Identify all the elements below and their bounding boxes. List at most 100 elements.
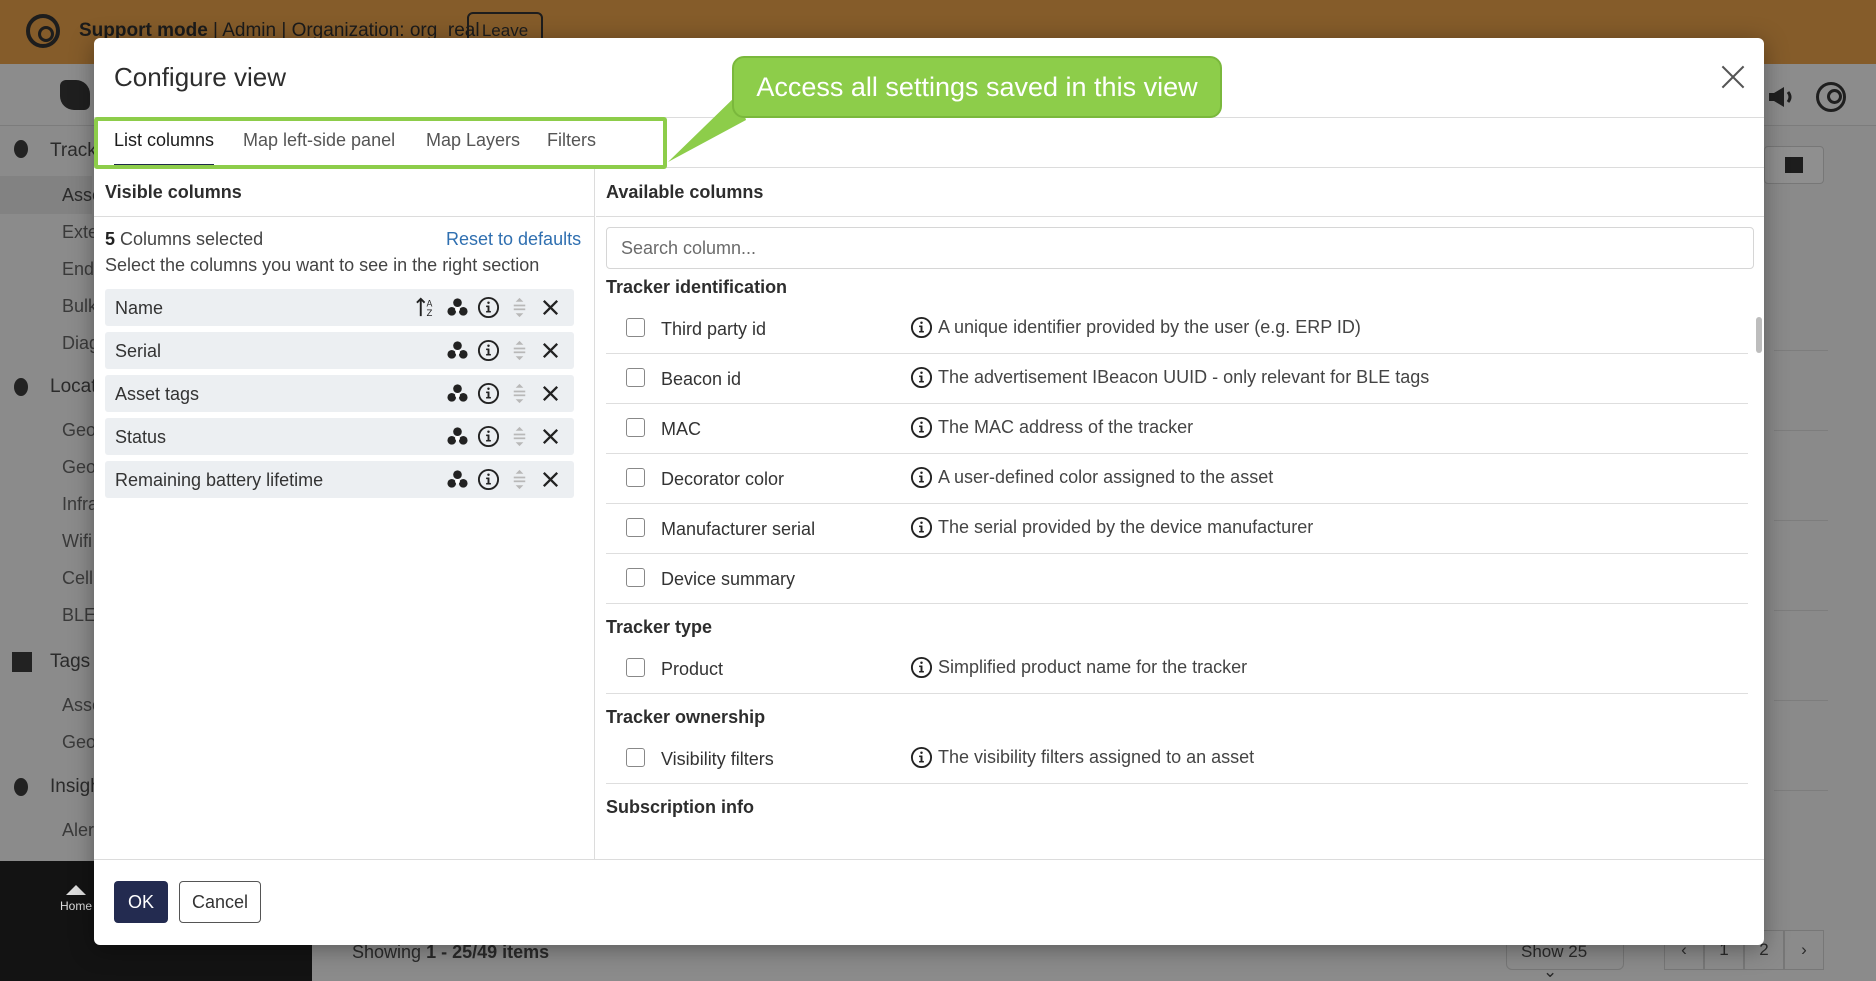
- group-icon[interactable]: [446, 339, 469, 362]
- column-checkbox[interactable]: [626, 368, 645, 387]
- sidebar-item[interactable]: Bulk: [62, 296, 97, 317]
- info-icon: [910, 316, 933, 339]
- tab-filters[interactable]: Filters: [547, 130, 596, 151]
- visible-column-label: Name: [115, 298, 164, 318]
- sidebar-group-tracking[interactable]: Track: [50, 140, 97, 162]
- group-icon[interactable]: [446, 382, 469, 405]
- drag-handle-icon[interactable]: [508, 339, 531, 362]
- tab-map-layers[interactable]: Map Layers: [426, 130, 520, 151]
- support-icon: [26, 14, 60, 48]
- cancel-button[interactable]: Cancel: [179, 881, 261, 923]
- sidebar-item[interactable]: Aler: [62, 820, 94, 841]
- column-checkbox[interactable]: [626, 318, 645, 337]
- pager-next[interactable]: ›: [1784, 930, 1824, 970]
- close-icon[interactable]: [1720, 64, 1746, 90]
- app-logo[interactable]: [60, 80, 90, 110]
- info-icon: [910, 656, 933, 679]
- available-column-name: Decorator color: [661, 469, 785, 489]
- scrollbar-thumb[interactable]: [1756, 317, 1762, 353]
- column-checkbox[interactable]: [626, 468, 645, 487]
- sidebar-item[interactable]: BLE: [62, 605, 96, 626]
- drag-handle-icon[interactable]: [508, 468, 531, 491]
- insights-icon: [14, 778, 28, 796]
- available-column-description: The advertisement IBeacon UUID - only re…: [938, 367, 1430, 387]
- drag-handle-icon[interactable]: [508, 382, 531, 405]
- column-checkbox[interactable]: [626, 748, 645, 767]
- sort-az-icon[interactable]: AZ: [415, 296, 438, 319]
- visible-column-row[interactable]: Asset tags: [105, 375, 574, 412]
- tab-map-left-side-panel[interactable]: Map left-side panel: [243, 130, 395, 151]
- available-column-description: The MAC address of the tracker: [938, 417, 1194, 437]
- info-icon: [910, 516, 933, 539]
- sidebar-item[interactable]: Geo: [62, 420, 96, 441]
- remove-icon[interactable]: [539, 468, 562, 491]
- info-icon[interactable]: [477, 382, 500, 405]
- available-column-row[interactable]: Device summary: [606, 554, 1748, 604]
- modal-footer: OK Cancel: [94, 859, 1764, 945]
- home-label: Home: [60, 899, 93, 913]
- remove-icon[interactable]: [539, 425, 562, 448]
- sidebar-item[interactable]: Infra: [62, 494, 98, 515]
- visible-column-row[interactable]: Remaining battery lifetime: [105, 461, 574, 498]
- available-column-row[interactable]: Decorator color A user-defined color assi…: [606, 454, 1748, 504]
- showing-range: 1 - 25/49 items: [426, 942, 550, 962]
- bg-row-divider: [1774, 790, 1828, 791]
- remove-icon[interactable]: [539, 382, 562, 405]
- available-column-name: Beacon id: [661, 369, 742, 389]
- sidebar-item[interactable]: Wifi: [62, 531, 92, 552]
- available-columns-list[interactable]: Tracker identification Third party id A un…: [606, 277, 1748, 859]
- visible-column-label: Serial: [115, 341, 162, 361]
- bg-row-divider: [1774, 430, 1828, 431]
- available-column-row[interactable]: Manufacturer serial The serial provided b…: [606, 504, 1748, 554]
- visible-column-row[interactable]: Serial: [105, 332, 574, 369]
- available-column-name: Device summary: [661, 569, 796, 589]
- group-icon[interactable]: [446, 425, 469, 448]
- available-column-row[interactable]: Product Simplified product name for the t…: [606, 644, 1748, 694]
- visible-column-row[interactable]: Status: [105, 418, 574, 455]
- visible-column-row[interactable]: Name A Z: [105, 289, 574, 326]
- column-actions: [446, 382, 562, 405]
- available-column-description: The visibility filters assigned to an as…: [938, 747, 1255, 767]
- tracking-icon: [14, 140, 28, 158]
- chevron-down-icon: ⌄: [1543, 962, 1558, 981]
- showing-prefix: Showing: [352, 942, 427, 962]
- drag-handle-icon[interactable]: [508, 425, 531, 448]
- remove-icon[interactable]: [539, 339, 562, 362]
- sidebar-group-location[interactable]: Locat: [50, 376, 96, 398]
- group-icon[interactable]: [446, 468, 469, 491]
- ok-button[interactable]: OK: [114, 881, 168, 923]
- drag-handle-icon[interactable]: [508, 296, 531, 319]
- info-icon[interactable]: [477, 339, 500, 362]
- sidebar-item-assets[interactable]: Asse: [0, 176, 102, 214]
- map-view-toggle[interactable]: [1764, 146, 1824, 184]
- sidebar-item[interactable]: Geo: [62, 457, 96, 478]
- info-icon[interactable]: [477, 468, 500, 491]
- configure-view-modal: Configure view List columns Map left-sid…: [94, 38, 1764, 945]
- column-checkbox[interactable]: [626, 658, 645, 677]
- column-checkbox[interactable]: [626, 568, 645, 587]
- info-icon[interactable]: [477, 296, 500, 319]
- available-column-row[interactable]: Visibility filters The visibility filters…: [606, 734, 1748, 784]
- available-column-row[interactable]: MAC The MAC address of the tracker: [606, 404, 1748, 454]
- available-column-row[interactable]: Third party id A unique identifier provid…: [606, 304, 1748, 354]
- group-icon[interactable]: [446, 296, 469, 319]
- sidebar-item[interactable]: Cell: [62, 568, 93, 589]
- tab-list-columns[interactable]: List columns: [114, 130, 215, 166]
- megaphone-icon[interactable]: [1766, 82, 1796, 112]
- sidebar-item[interactable]: Exte: [62, 222, 98, 243]
- search-column-input[interactable]: [606, 227, 1754, 269]
- user-icon[interactable]: [1816, 82, 1846, 112]
- available-column-row[interactable]: Beacon id The advertisement IBeacon UUID …: [606, 354, 1748, 404]
- home-nav[interactable]: Home: [60, 875, 92, 913]
- remove-icon[interactable]: [539, 296, 562, 319]
- sidebar-item[interactable]: End: [62, 259, 94, 280]
- column-checkbox[interactable]: [626, 418, 645, 437]
- sidebar-group-tags[interactable]: Tags: [50, 651, 90, 673]
- reset-to-defaults-link[interactable]: Reset to defaults: [446, 229, 581, 250]
- selected-count-suffix: Columns selected: [115, 229, 264, 249]
- callout-tooltip: Access all settings saved in this view: [732, 56, 1222, 118]
- info-icon[interactable]: [477, 425, 500, 448]
- column-checkbox[interactable]: [626, 518, 645, 537]
- sidebar-item[interactable]: Geo: [62, 732, 96, 753]
- selection-hint: Select the columns you want to see in th…: [105, 255, 540, 275]
